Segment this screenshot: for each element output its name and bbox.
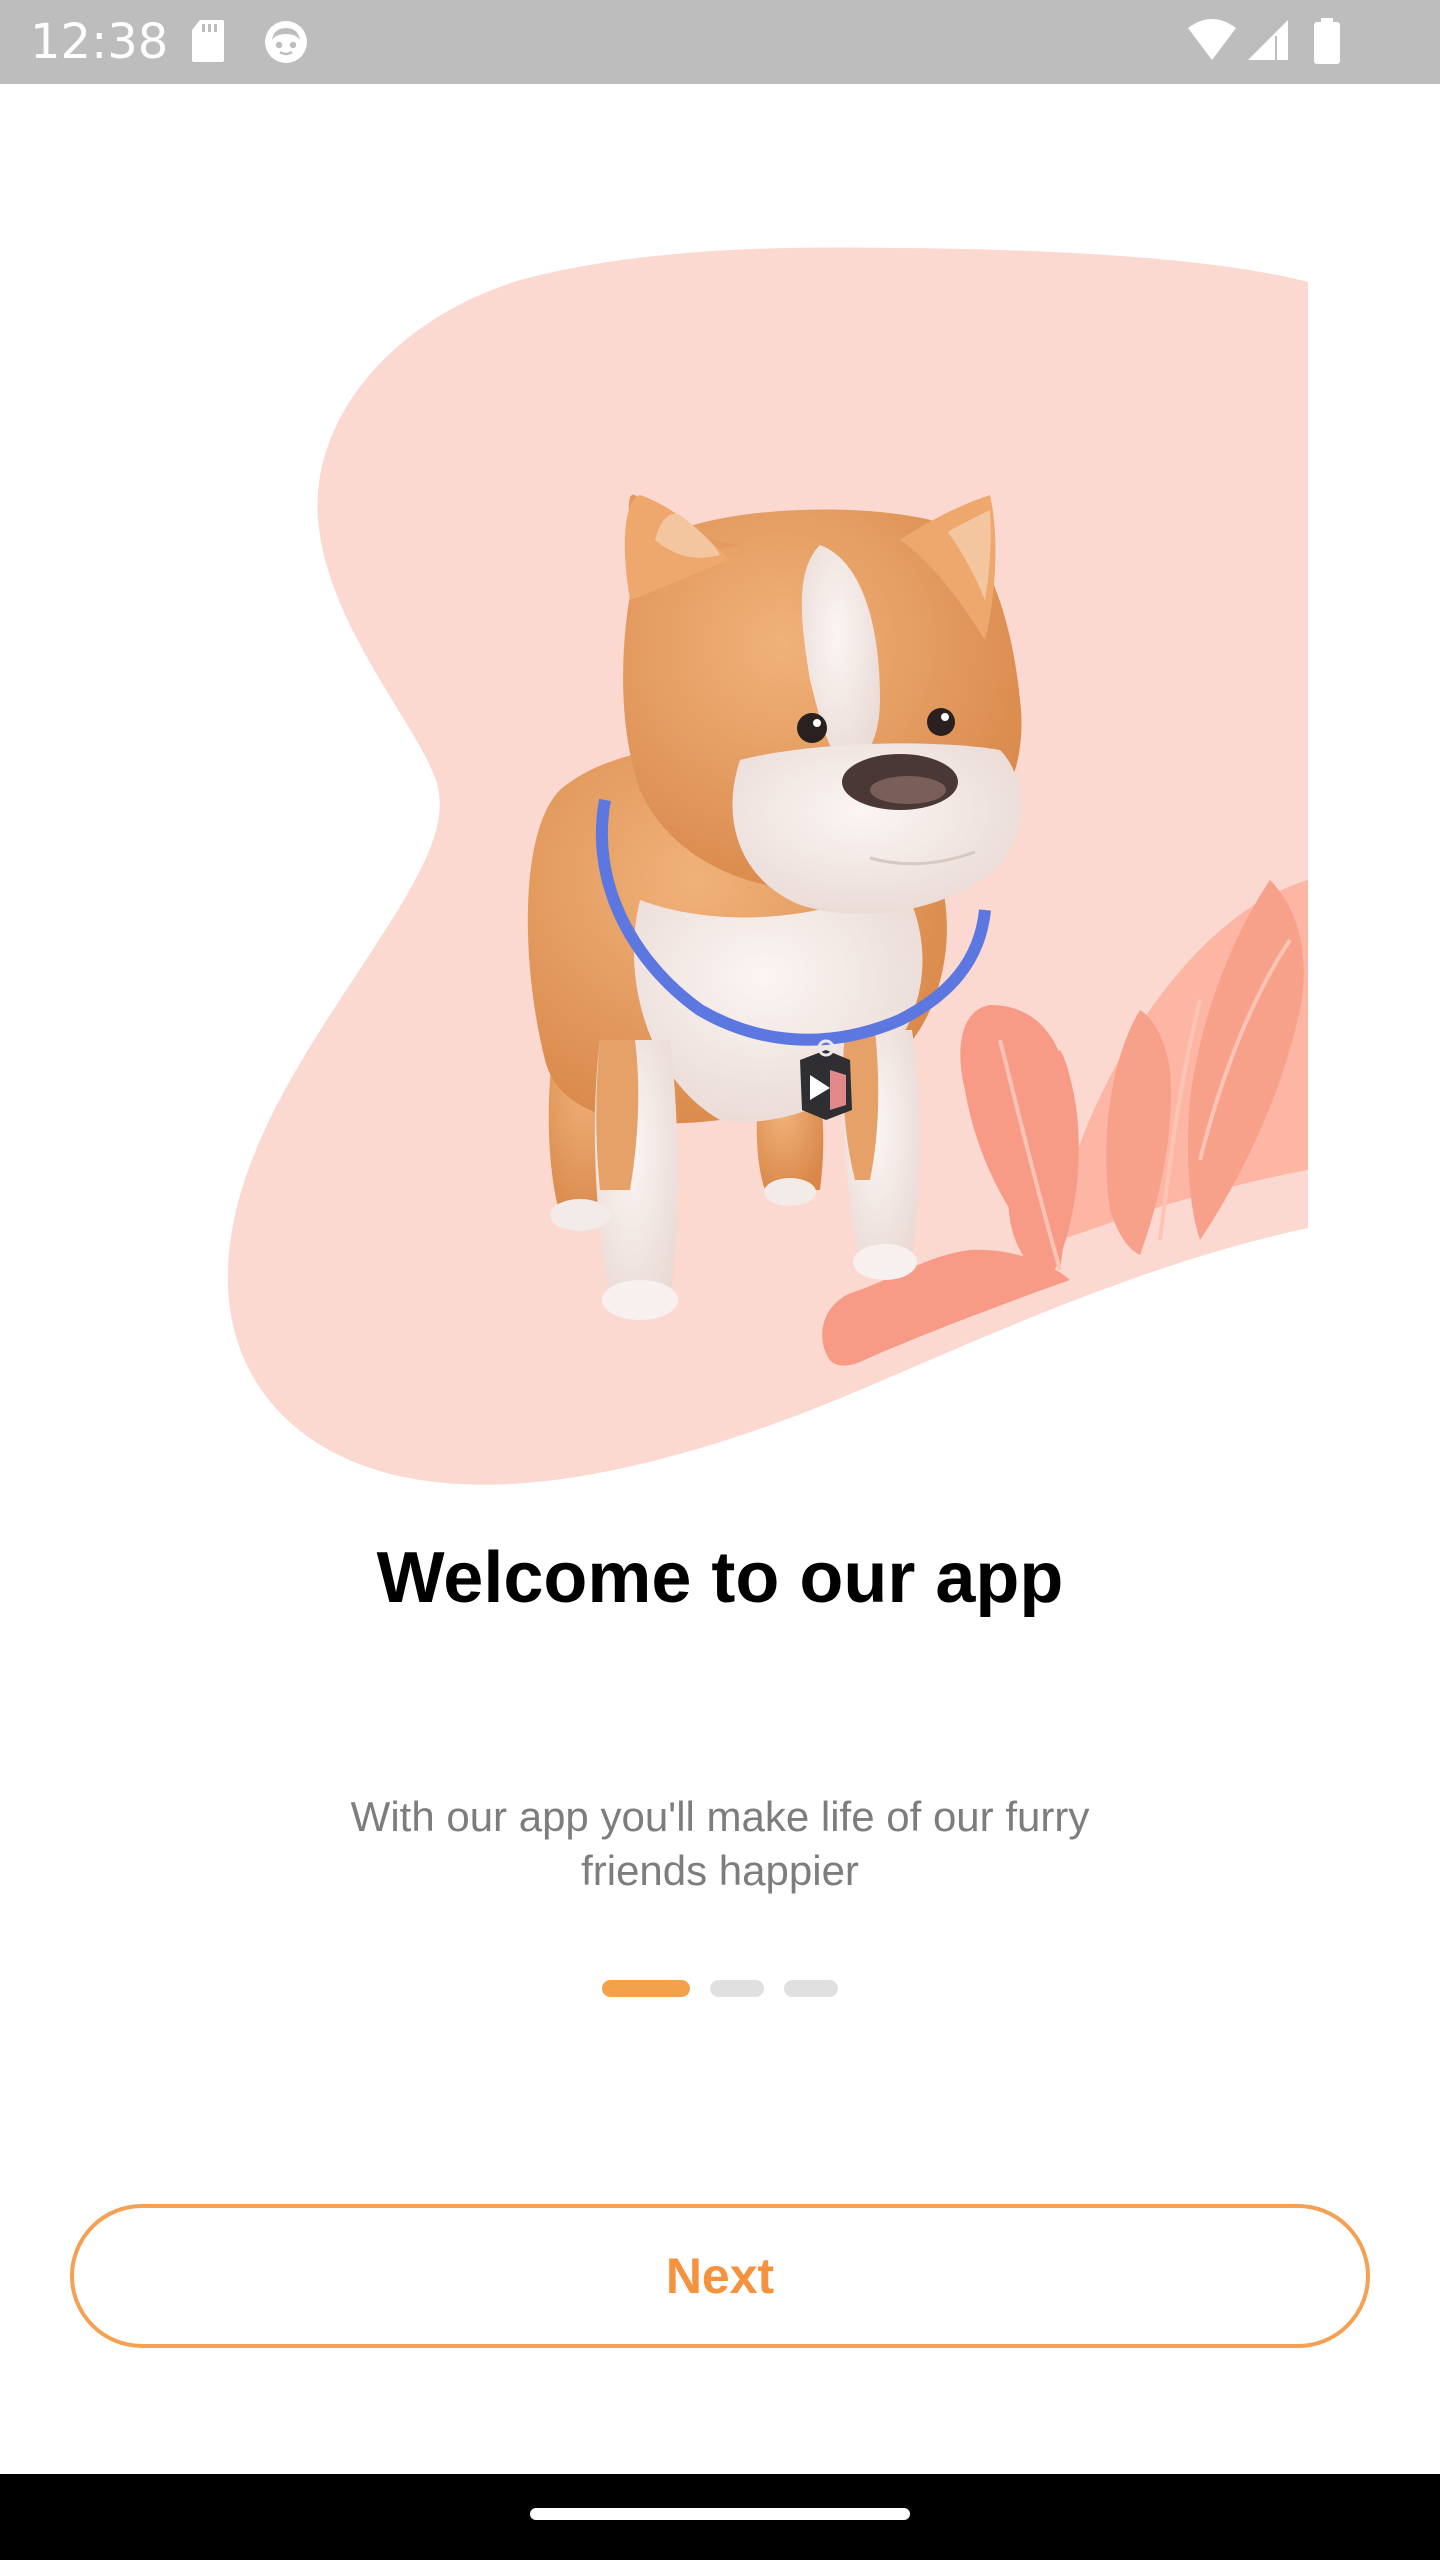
navigation-bar [0, 2474, 1440, 2560]
notification-face-icon [265, 21, 307, 63]
next-button[interactable]: Next [70, 2204, 1370, 2348]
status-time: 12:38 [30, 14, 169, 70]
battery-icon [1314, 18, 1340, 64]
sd-card-icon [192, 20, 224, 62]
page-indicator [0, 1980, 1440, 2000]
onboarding-screen: 12:38 Welcome to our app With our app yo… [0, 0, 1440, 2560]
next-button-label: Next [665, 2248, 775, 2304]
page-dot-3 [784, 1980, 838, 1997]
welcome-subtitle: With our app you'll make life of our fur… [350, 1793, 1090, 1894]
page-dot-2 [710, 1980, 764, 1997]
status-bar: 12:38 [0, 0, 1440, 84]
welcome-title: Welcome to our app [376, 1538, 1064, 1618]
wifi-icon [1188, 19, 1236, 60]
page-dot-1 [602, 1980, 690, 1997]
home-gesture-handle[interactable] [530, 2508, 910, 2520]
corgi-illustration [227, 247, 1308, 1485]
signal-icon [1248, 20, 1288, 60]
